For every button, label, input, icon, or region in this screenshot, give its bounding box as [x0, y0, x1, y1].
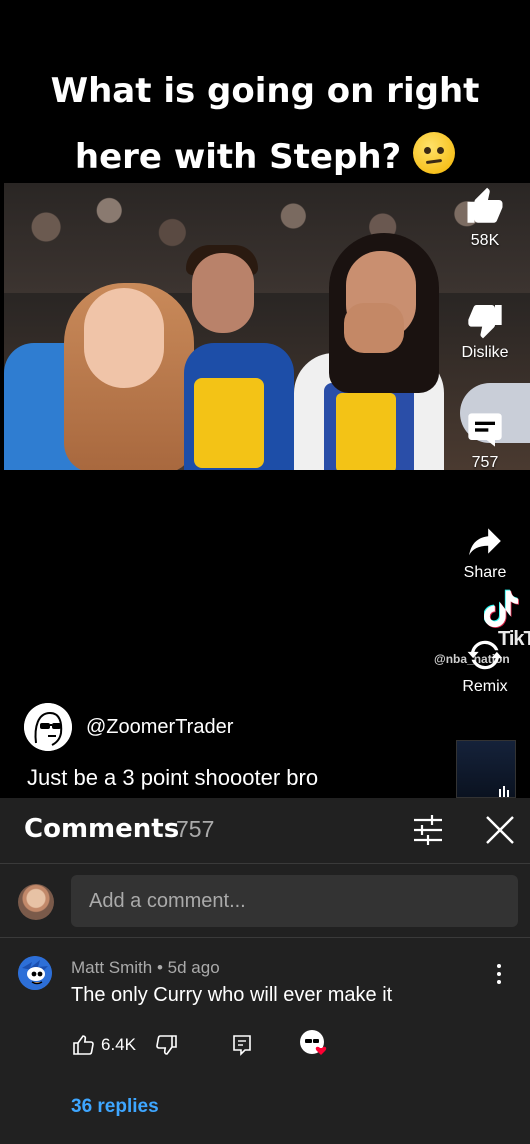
audio-bars-icon	[499, 786, 509, 797]
channel-row[interactable]: @ZoomerTrader	[24, 703, 233, 751]
comments-count: 757	[176, 816, 215, 842]
comment-actions: 6.4K	[71, 1030, 371, 1057]
comment-item: Matt Smith • 5d ago The only Curry who w…	[0, 938, 530, 1144]
comment-dislike-icon[interactable]	[155, 1033, 179, 1057]
channel-handle[interactable]: @ZoomerTrader	[86, 716, 233, 739]
dislike-label: Dislike	[461, 344, 509, 361]
comment-author[interactable]: Matt Smith	[71, 958, 152, 977]
comments-header: Comments 757	[0, 798, 530, 864]
comment-like-count: 6.4K	[101, 1035, 136, 1054]
remix-label: Remix	[462, 678, 508, 695]
raised-eyebrow-emoji-icon	[413, 132, 456, 174]
fan-left-face	[84, 288, 164, 388]
player-face	[192, 253, 254, 333]
video-player[interactable]: What is going on right here with Steph? …	[0, 0, 530, 798]
audio-thumbnail[interactable]	[456, 740, 516, 798]
comments-title: Comments	[24, 814, 180, 844]
comment-count: 757	[471, 454, 499, 471]
comment-bubble-icon	[468, 413, 502, 447]
comment-age: 5d ago	[167, 958, 220, 977]
add-comment-row: Add a comment...	[0, 864, 530, 938]
channel-avatar[interactable]	[24, 703, 72, 751]
comment-meta: Matt Smith • 5d ago	[71, 958, 220, 977]
remix-button[interactable]: Remix	[440, 636, 530, 696]
remix-icon	[467, 640, 503, 670]
like-button[interactable]: 58K	[440, 186, 530, 250]
player-jersey	[194, 378, 264, 468]
thumbs-up-icon	[467, 187, 503, 223]
add-comment-input[interactable]: Add a comment...	[71, 875, 518, 927]
commenter-avatar[interactable]	[18, 956, 52, 990]
filter-sliders-icon[interactable]	[410, 814, 446, 846]
dislike-button[interactable]: Dislike	[440, 300, 530, 362]
comments-button[interactable]: 757	[440, 410, 530, 472]
more-options-icon[interactable]	[488, 960, 510, 988]
video-caption: Just be a 3 point shoooter bro	[27, 765, 319, 790]
close-icon[interactable]	[482, 812, 518, 848]
share-button[interactable]: Share	[440, 522, 530, 582]
reply-icon[interactable]	[231, 1033, 253, 1057]
tiktok-logo-icon	[484, 589, 519, 628]
view-replies-link[interactable]: 36 replies	[71, 1096, 159, 1118]
video-title-line2: here with Steph?	[74, 137, 402, 177]
fan-right-jersey-panel	[336, 393, 396, 470]
video-title-line1: What is going on right	[50, 71, 480, 111]
like-count: 58K	[470, 232, 500, 249]
fan-right-hands	[344, 303, 404, 353]
video-overlay-title: What is going on right here with Steph?	[0, 58, 530, 190]
current-user-avatar	[18, 884, 54, 920]
comment-like-icon[interactable]	[71, 1033, 95, 1057]
creator-heart-icon	[300, 1030, 327, 1055]
thumbs-down-icon	[468, 305, 502, 339]
sonic-avatar-icon	[18, 956, 52, 990]
wojak-sunglasses-avatar-icon	[24, 703, 72, 751]
share-arrow-icon	[469, 528, 501, 556]
comment-text: The only Curry who will ever make it	[71, 984, 393, 1006]
comments-sheet: Comments 757 Add a comment... Matt Smith…	[0, 798, 530, 1144]
